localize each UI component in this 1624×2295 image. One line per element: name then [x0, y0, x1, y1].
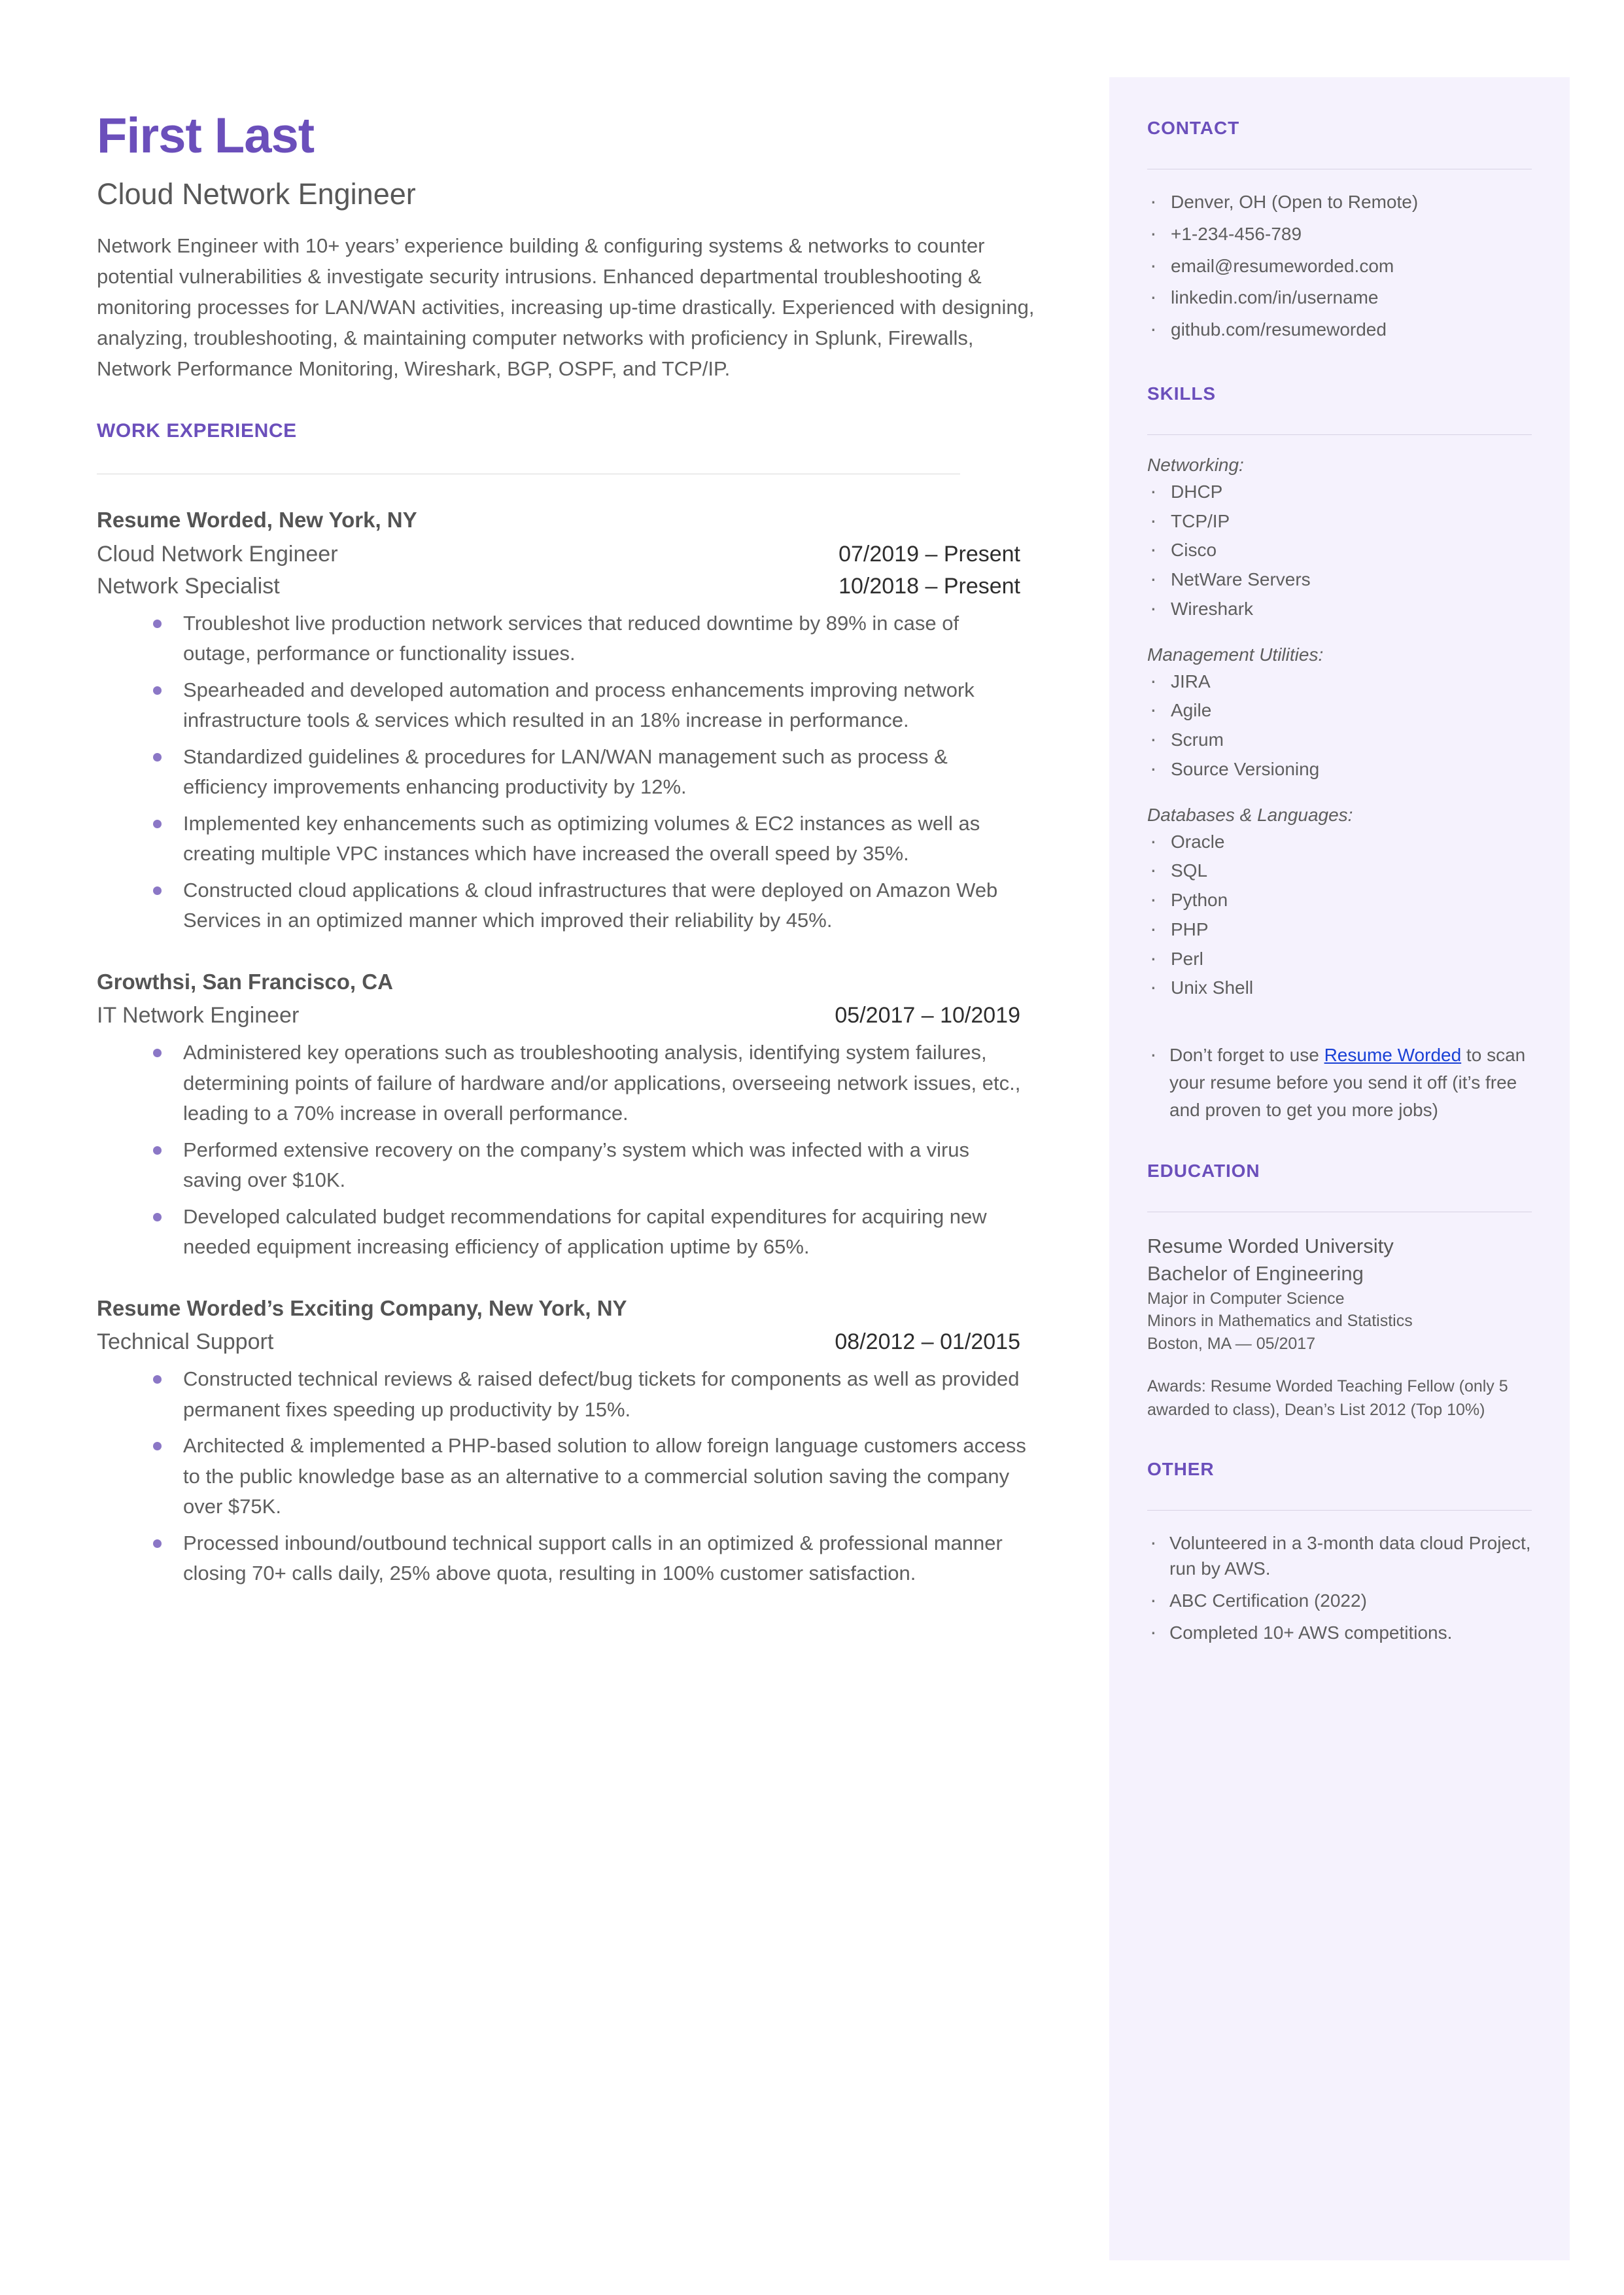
job-bullet-list: Administered key operations such as trou… [97, 1038, 1058, 1263]
education-school: Resume Worded University [1147, 1235, 1394, 1257]
job-bullet: Spearheaded and developed automation and… [97, 675, 1027, 736]
job-bullet-list: Constructed technical reviews & raised d… [97, 1364, 1058, 1589]
job-company: Growthsi, San Francisco, CA [97, 969, 393, 994]
job-bullet: Implemented key enhancements such as opt… [97, 809, 1027, 869]
skills-list: Networking:DHCPTCP/IPCiscoNetWare Server… [1147, 454, 1532, 1002]
job-bullet-list: Troubleshot live production network serv… [97, 608, 1058, 936]
job-company: Resume Worded’s Exciting Company, New Yo… [97, 1295, 627, 1320]
resume-worded-link[interactable]: Resume Worded [1324, 1045, 1462, 1065]
job-entry: Resume Worded’s Exciting Company, New Yo… [97, 1294, 1058, 1589]
contact-item[interactable]: +1-234-456-789 [1147, 219, 1532, 248]
skill-item: DHCP [1147, 476, 1532, 506]
resume-page: First Last Cloud Network Engineer Networ… [0, 0, 1624, 2295]
job-title: IT Network Engineer [97, 1003, 300, 1028]
other-item: ABC Certification (2022) [1147, 1585, 1532, 1615]
education-awards: Awards: Resume Worded Teaching Fellow (o… [1147, 1377, 1508, 1420]
skill-group: Management Utilities:JIRAAgileScrumSourc… [1147, 644, 1532, 783]
section-heading-skills: SKILLS [1147, 383, 1216, 404]
other-list: Volunteered in a 3-month data cloud Proj… [1147, 1528, 1532, 1647]
section-heading-work-experience: WORK EXPERIENCE [97, 420, 297, 442]
skill-item: Source Versioning [1147, 754, 1532, 783]
skill-item: SQL [1147, 855, 1532, 885]
skill-item-list: DHCPTCP/IPCiscoNetWare ServersWireshark [1147, 476, 1532, 623]
education-major: Major in Computer Science [1147, 1289, 1345, 1308]
other-item: Volunteered in a 3-month data cloud Proj… [1147, 1528, 1532, 1583]
contact-item[interactable]: linkedin.com/in/username [1147, 282, 1532, 311]
contact-item[interactable]: Denver, OH (Open to Remote) [1147, 186, 1532, 216]
section-divider-other [1147, 1509, 1532, 1511]
job-bullet: Processed inbound/outbound technical sup… [97, 1528, 1027, 1589]
job-dates: 07/2019 – Present [838, 541, 1020, 567]
skill-item: JIRA [1147, 666, 1532, 695]
skill-item: Unix Shell [1147, 972, 1532, 1002]
job-bullet: Developed calculated budget recommendati… [97, 1202, 1027, 1263]
skill-item: Perl [1147, 943, 1532, 973]
main-column: First Last Cloud Network Engineer Networ… [97, 0, 1058, 1589]
skill-item: Oracle [1147, 826, 1532, 856]
job-title: Cloud Network Engineer [97, 541, 338, 567]
skill-item: Agile [1147, 695, 1532, 724]
education-location-date: Boston, MA — 05/2017 [1147, 1334, 1316, 1353]
job-bullet: Architected & implemented a PHP-based so… [97, 1431, 1027, 1522]
job-bullet: Constructed technical reviews & raised d… [97, 1364, 1027, 1425]
job-title: Network Specialist [97, 573, 280, 599]
skill-item: Cisco [1147, 534, 1532, 564]
job-role-row: Technical Support 08/2012 – 01/2015 [97, 1329, 1020, 1355]
job-entry: Resume Worded, New York, NY Cloud Network… [97, 506, 1058, 936]
other-item: Completed 10+ AWS competitions. [1147, 1617, 1532, 1647]
education-degree: Bachelor of Engineering [1147, 1262, 1364, 1286]
skill-group: Networking:DHCPTCP/IPCiscoNetWare Server… [1147, 454, 1532, 623]
promo-note: Don’t forget to use Resume Worded to sca… [1147, 1038, 1532, 1124]
job-entry: Growthsi, San Francisco, CA IT Network En… [97, 968, 1058, 1263]
skill-item-list: JIRAAgileScrumSource Versioning [1147, 666, 1532, 783]
job-role-row: Network Specialist 10/2018 – Present [97, 574, 1020, 599]
contact-item[interactable]: github.com/resumeworded [1147, 314, 1532, 343]
skill-item: NetWare Servers [1147, 564, 1532, 593]
section-heading-other: OTHER [1147, 1458, 1215, 1479]
candidate-name: First Last [97, 108, 315, 164]
job-dates: 08/2012 – 01/2015 [835, 1329, 1020, 1355]
skill-item: Scrum [1147, 724, 1532, 754]
contact-list: Denver, OH (Open to Remote) +1-234-456-78… [1147, 186, 1532, 343]
job-role-row: IT Network Engineer 05/2017 – 10/2019 [97, 1003, 1020, 1028]
promo-text-before: Don’t forget to use [1169, 1045, 1324, 1065]
education-minors: Minors in Mathematics and Statistics [1147, 1312, 1413, 1331]
skill-item: Python [1147, 885, 1532, 914]
skill-group: Databases & Languages:OracleSQLPythonPHP… [1147, 805, 1532, 1002]
skill-item: PHP [1147, 914, 1532, 943]
job-role-row: Cloud Network Engineer 07/2019 – Present [97, 542, 1020, 567]
job-company: Resume Worded, New York, NY [97, 508, 417, 533]
skill-item: TCP/IP [1147, 506, 1532, 535]
sidebar: CONTACT Denver, OH (Open to Remote) +1-23… [1109, 77, 1570, 2260]
section-heading-contact: CONTACT [1147, 118, 1240, 138]
skill-group-label: Networking: [1147, 454, 1244, 475]
job-bullet: Administered key operations such as trou… [97, 1038, 1027, 1129]
job-dates: 05/2017 – 10/2019 [835, 1003, 1020, 1028]
section-divider-skills [1147, 434, 1532, 435]
job-dates: 10/2018 – Present [838, 573, 1020, 599]
candidate-headline: Cloud Network Engineer [97, 177, 416, 211]
work-experience-list: Resume Worded, New York, NY Cloud Network… [97, 506, 1058, 1589]
job-bullet: Troubleshot live production network serv… [97, 608, 1027, 669]
job-bullet: Performed extensive recovery on the comp… [97, 1135, 1027, 1196]
skill-group-label: Management Utilities: [1147, 644, 1324, 665]
skill-item: Wireshark [1147, 593, 1532, 623]
professional-summary: Network Engineer with 10+ years’ experie… [97, 234, 1035, 381]
job-title: Technical Support [97, 1329, 274, 1355]
contact-item[interactable]: email@resumeworded.com [1147, 251, 1532, 280]
section-heading-education: EDUCATION [1147, 1161, 1260, 1181]
job-bullet: Standardized guidelines & procedures for… [97, 742, 1027, 803]
skill-group-label: Databases & Languages: [1147, 804, 1353, 825]
job-bullet: Constructed cloud applications & cloud i… [97, 875, 1027, 936]
skill-item-list: OracleSQLPythonPHPPerlUnix Shell [1147, 826, 1532, 1002]
